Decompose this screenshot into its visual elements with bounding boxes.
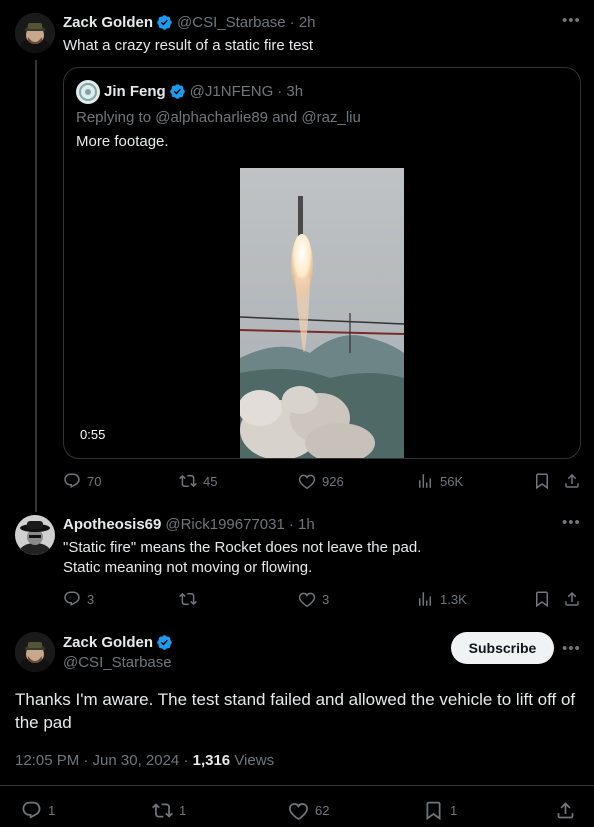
bookmark-button[interactable] [533,590,557,608]
divider [0,785,594,786]
share-icon [565,473,579,488]
bookmark-count: 1 [450,803,458,818]
share-button[interactable] [563,472,587,490]
like-icon [298,474,316,490]
author-handle[interactable]: @Rick199677031 [165,516,284,533]
video-player[interactable] [240,168,404,458]
avatar-apotheosis69[interactable] [15,515,55,555]
reply-user-link[interactable]: @raz_liu [301,109,360,126]
views-button[interactable]: 56K [416,472,463,490]
views-button[interactable]: 1.3K [416,590,467,608]
more-icon[interactable]: ••• [562,514,581,531]
share-icon [557,802,574,819]
views-count: 1.3K [440,591,467,607]
reply-button[interactable]: 1 [21,800,55,821]
timestamp[interactable]: 12:05 PM · Jun 30, 2024 · [15,752,188,769]
more-icon[interactable]: ••• [562,640,581,657]
like-button[interactable]: 926 [298,472,344,490]
reply-count: 1 [48,803,56,818]
reply-icon [64,591,80,607]
avatar-jin-feng[interactable] [76,80,100,104]
like-count: 926 [322,473,344,489]
views-icon [419,592,431,606]
share-button[interactable] [555,800,582,821]
repost-button[interactable]: 1 [152,800,186,821]
main-tweet-text: Thanks I'm aware. The test stand failed … [15,690,576,732]
repost-count: 45 [203,473,218,489]
share-icon [565,591,579,606]
author-name[interactable]: Zack Golden [63,634,153,651]
reply-icon [64,473,80,489]
bookmark-icon [426,801,441,821]
like-button[interactable]: 3 [298,590,329,608]
reply-context: Replying to @alphacharlie89 and @raz_liu [76,109,361,126]
views-count: 56K [440,473,464,489]
reply-count: 3 [87,591,95,607]
repost-icon [179,474,197,488]
author-name[interactable]: Apotheosis69 [63,516,161,533]
like-count: 62 [315,803,330,818]
repost-button[interactable]: 45 [179,472,217,490]
share-button[interactable] [563,590,587,608]
like-count: 3 [322,591,330,607]
quote-author-name[interactable]: Jin Feng [104,83,166,100]
reply-user-link[interactable]: @alphacharlie89 [155,109,268,126]
tweet-time[interactable]: · 2h [290,14,316,31]
author-handle[interactable]: @CSI_Starbase [177,14,286,31]
reply-text-line1: "Static fire" means the Rocket does not … [63,539,422,556]
author-handle[interactable]: @CSI_Starbase [63,654,172,671]
subscribe-button[interactable]: Subscribe [451,632,554,664]
bookmark-icon [536,473,548,490]
verified-icon [169,84,185,99]
verified-icon [157,635,172,650]
verified-icon [157,15,172,30]
repost-icon [152,803,173,818]
avatar-zack-golden[interactable] [15,13,55,53]
tweet-text: What a crazy result of a static fire tes… [63,37,314,54]
view-count: 1,316 [192,752,231,769]
repost-icon [179,592,197,606]
avatar-zack-golden[interactable] [15,632,55,672]
bookmark-button[interactable]: 1 [423,800,457,821]
more-icon[interactable]: ••• [562,12,581,29]
reply-button[interactable]: 70 [63,472,101,490]
like-button[interactable]: 62 [288,800,329,821]
like-icon [289,803,308,820]
repost-count: 1 [179,803,187,818]
quote-author-handle[interactable]: @J1NFENG [190,83,274,100]
like-icon [298,592,316,608]
repost-button[interactable] [179,590,203,608]
views-label: Views [234,752,275,769]
reply-text-line2: Static meaning not moving or flowing. [63,559,313,576]
reply-count: 70 [87,473,102,489]
views-icon [419,474,431,488]
reply-button[interactable]: 3 [63,590,94,608]
reply-and: and [272,109,298,126]
tweet-time[interactable]: · 1h [289,516,315,533]
quote-text: More footage. [76,133,169,150]
bookmark-icon [536,591,548,608]
author-name[interactable]: Zack Golden [63,14,153,31]
bookmark-button[interactable] [533,472,557,490]
reply-prefix: Replying to [76,109,152,126]
thread-line [35,60,37,512]
quote-time[interactable]: · 3h [277,83,303,100]
tweet-meta: 12:05 PM · Jun 30, 2024 · 1,316 Views [15,752,274,769]
reply-icon [22,801,41,819]
video-duration: 0:55 [80,427,106,442]
